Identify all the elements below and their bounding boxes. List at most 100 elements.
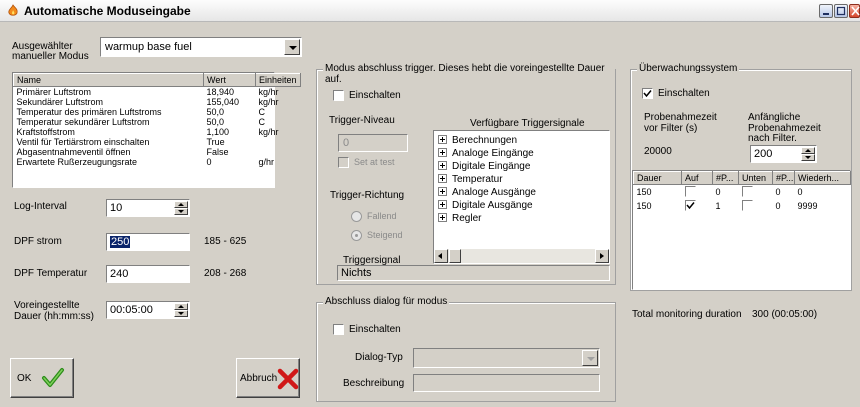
log-interval-value: 10	[110, 202, 123, 214]
signals-header: Verfügbare Triggersignale	[470, 118, 585, 129]
dialog-enable-checkbox[interactable]	[333, 324, 344, 335]
mon-header-repeat[interactable]: Wiederh...	[794, 171, 851, 185]
expand-plus-icon[interactable]	[438, 213, 447, 222]
falling-radio[interactable]	[351, 211, 362, 222]
table-row[interactable]: Abgasentnahmeventil öffnen False	[14, 147, 301, 157]
row-down-checkbox[interactable]	[741, 186, 753, 198]
tree-item-analog-inputs[interactable]: Analoge Eingänge	[438, 147, 534, 160]
table-row[interactable]: Kraftstoffstrom 1,100 kg/hr	[14, 127, 301, 137]
cell-down[interactable]	[739, 185, 773, 199]
cell-name: Kraftstoffstrom	[16, 127, 75, 137]
signals-tree[interactable]: Berechnungen Analoge Eingänge Digitale E…	[433, 130, 610, 264]
row-up-checkbox[interactable]	[684, 186, 696, 198]
cell-up[interactable]	[682, 185, 713, 199]
spin-up-icon[interactable]	[174, 201, 188, 208]
maximize-button[interactable]	[834, 4, 848, 18]
cell-unit: g/hr	[258, 157, 275, 167]
tree-item-temperature[interactable]: Temperatur	[438, 173, 503, 186]
ok-button[interactable]: OK	[10, 358, 74, 398]
cell-name: Abgasentnahmeventil öffnen	[16, 147, 131, 157]
spin-down-icon[interactable]	[174, 208, 188, 215]
minimize-button[interactable]	[819, 4, 833, 18]
table-row[interactable]: Temperatur sekundärer Luftstrom 50,0 C	[14, 117, 301, 127]
table-row[interactable]: 150 0 0 0	[634, 185, 851, 199]
table-row[interactable]: Ventil für Tertiärstrom einschalten True	[14, 137, 301, 147]
cell-value: 0	[206, 157, 212, 167]
dialog-type-select[interactable]	[413, 348, 600, 368]
mode-label-line2: manueller Modus	[12, 51, 89, 62]
dpf-temp-input[interactable]: 240	[106, 265, 190, 283]
mon-header-p1[interactable]: #P...	[712, 171, 739, 185]
expand-plus-icon[interactable]	[438, 200, 447, 209]
expand-plus-icon[interactable]	[438, 135, 447, 144]
tree-item-digital-outputs[interactable]: Digitale Ausgänge	[438, 199, 533, 212]
trigger-enable-label: Einschalten	[349, 90, 401, 101]
tree-item-controller[interactable]: Regler	[438, 212, 481, 225]
params-header-name[interactable]: Name	[13, 73, 204, 87]
table-row[interactable]: Temperatur des primären Luftstroms 50,0 C	[14, 107, 301, 117]
cell-down[interactable]	[739, 199, 773, 213]
mon-header-p2[interactable]: #P...	[772, 171, 795, 185]
cell-name: Sekundärer Luftstrom	[16, 97, 104, 107]
spin-down-icon[interactable]	[174, 310, 188, 317]
chevron-down-icon[interactable]	[582, 350, 598, 366]
scroll-left-icon[interactable]	[434, 249, 448, 263]
cell-up[interactable]	[682, 199, 713, 213]
row-up-checkbox[interactable]	[684, 200, 696, 211]
spin-down-icon[interactable]	[801, 154, 815, 161]
table-row[interactable]: Primärer Luftstrom 18,940 kg/hr	[14, 87, 301, 97]
tree-item-calculations[interactable]: Berechnungen	[438, 134, 517, 147]
duration-stepper[interactable]: 00:05:00	[106, 301, 190, 319]
table-row[interactable]: 150 1 0 9999	[634, 199, 851, 213]
tree-hscrollbar[interactable]	[434, 249, 609, 263]
scroll-thumb[interactable]	[449, 249, 461, 263]
title-bar[interactable]: Automatische Moduseingabe	[0, 0, 860, 22]
initial-sample-stepper[interactable]: 200	[750, 145, 817, 163]
monitoring-enable-checkbox[interactable]	[642, 88, 653, 99]
params-header-value[interactable]: Wert	[203, 73, 256, 87]
mon-header-up[interactable]: Auf	[681, 171, 713, 185]
monitoring-enable-label: Einschalten	[658, 88, 710, 99]
mon-header-down[interactable]: Unten	[738, 171, 773, 185]
total-duration-label: Total monitoring duration	[632, 309, 742, 320]
cell-unit: C	[258, 117, 266, 127]
spin-up-icon[interactable]	[801, 147, 815, 154]
dialog-type-label: Dialog-Typ	[355, 352, 403, 363]
expand-plus-icon[interactable]	[438, 161, 447, 170]
cancel-button[interactable]: Abbruch	[236, 358, 300, 398]
cell-unit: kg/hr	[258, 87, 279, 97]
expand-plus-icon[interactable]	[438, 174, 447, 183]
set-at-test-checkbox[interactable]	[338, 157, 349, 168]
description-label: Beschreibung	[343, 378, 405, 389]
scroll-right-icon[interactable]	[595, 249, 609, 263]
table-row[interactable]: Sekundärer Luftstrom 155,040 kg/hr	[14, 97, 301, 107]
dialog-enable-label: Einschalten	[349, 324, 401, 335]
dpf-strom-input[interactable]: 250	[106, 233, 190, 251]
trigger-enable-checkbox[interactable]	[333, 90, 344, 101]
close-button[interactable]	[849, 4, 860, 18]
mode-select[interactable]: warmup base fuel	[100, 37, 302, 57]
table-row[interactable]: Erwartete Rußerzeugungsrate 0 g/hr	[14, 157, 301, 167]
initial-sample-label-3: nach Filter.	[748, 133, 797, 144]
chevron-down-icon[interactable]	[284, 39, 300, 55]
close-icon	[851, 6, 860, 16]
trigger-level-input[interactable]: 0	[338, 134, 408, 152]
sample-before-label-1: Probenahmezeit	[644, 112, 717, 123]
params-header-unit[interactable]: Einheiten	[255, 73, 301, 87]
check-icon	[685, 202, 695, 210]
description-input[interactable]	[413, 374, 600, 392]
cell-repeat: 9999	[797, 200, 818, 211]
cell-name: Ventil für Tertiärstrom einschalten	[16, 137, 150, 147]
rising-radio[interactable]	[351, 230, 362, 241]
cell-value: 18,940	[206, 87, 235, 97]
row-down-checkbox[interactable]	[741, 200, 753, 211]
trigger-signal-field: Nichts	[337, 265, 610, 281]
monitoring-group-title: Überwachungssystem	[637, 63, 740, 74]
expand-plus-icon[interactable]	[438, 148, 447, 157]
mon-header-duration[interactable]: Dauer	[633, 171, 682, 185]
log-interval-stepper[interactable]: 10	[106, 199, 190, 217]
spin-up-icon[interactable]	[174, 303, 188, 310]
expand-plus-icon[interactable]	[438, 187, 447, 196]
tree-item-analog-outputs[interactable]: Analoge Ausgänge	[438, 186, 536, 199]
tree-item-digital-inputs[interactable]: Digitale Eingänge	[438, 160, 530, 173]
